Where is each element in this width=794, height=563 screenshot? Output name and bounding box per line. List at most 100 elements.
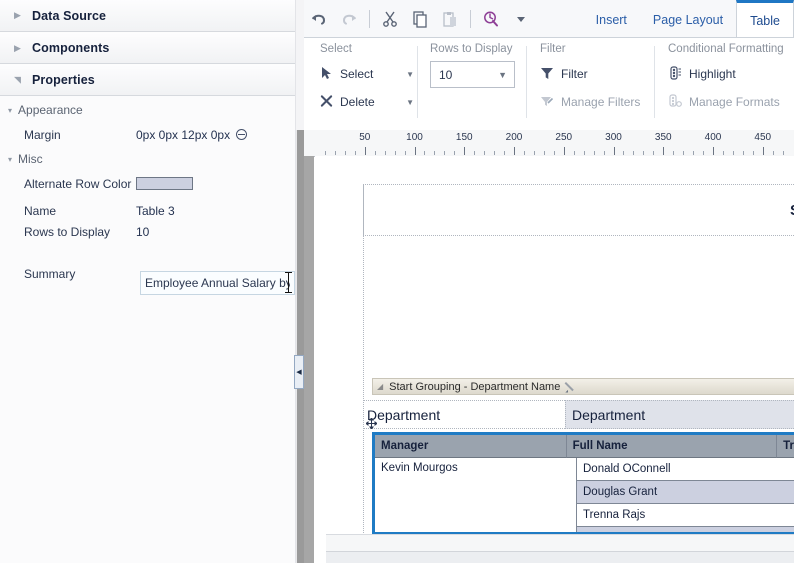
ruler-label: 200 bbox=[505, 132, 523, 143]
preview-icon[interactable] bbox=[476, 4, 506, 34]
table-row[interactable]: Douglas GrantSh bbox=[577, 481, 794, 504]
table-cell-full-name[interactable]: Curtis Davies bbox=[577, 527, 794, 532]
ruler-label: 400 bbox=[704, 132, 722, 143]
table-group-rows: Donald OConnellShDouglas GrantShTrenna R… bbox=[577, 458, 794, 532]
panel-splitter[interactable] bbox=[296, 130, 304, 563]
chevron-down-icon[interactable]: ▼ bbox=[406, 70, 414, 79]
paste-icon[interactable] bbox=[435, 4, 465, 34]
chevron-down-icon[interactable]: ▼ bbox=[498, 70, 507, 80]
field-label-right[interactable]: Department bbox=[565, 400, 794, 429]
table-cell-full-name[interactable]: Trenna Rajs bbox=[577, 504, 794, 527]
application-window: Data Source Components Properties ▾ Appe… bbox=[0, 0, 794, 563]
grouping-bar[interactable]: ◢ Start Grouping - Department Name bbox=[372, 378, 794, 395]
tab-label: Page Layout bbox=[652, 13, 724, 27]
undo-icon[interactable] bbox=[304, 4, 334, 34]
property-row-margin[interactable]: Margin 0px 0px 12px 0px bbox=[0, 121, 295, 148]
ruler-tick bbox=[573, 151, 575, 155]
ribbon-item-highlight[interactable]: Highlight bbox=[660, 60, 794, 88]
ruler-tick bbox=[653, 151, 655, 155]
ribbon-item-select[interactable]: Select ▼ bbox=[312, 60, 424, 88]
ruler-tick bbox=[782, 151, 784, 155]
left-properties-panel: Data Source Components Properties ▾ Appe… bbox=[0, 0, 295, 563]
toolbar: Insert Page Layout Table Select Select ▼… bbox=[304, 0, 794, 131]
accordion-section-data-source[interactable]: Data Source bbox=[0, 0, 295, 32]
table-cell-manager[interactable]: Kevin Mourgos bbox=[375, 458, 577, 532]
chevron-down-icon: ▾ bbox=[8, 154, 13, 164]
ruler-label: 250 bbox=[555, 132, 573, 143]
table-row[interactable]: Donald OConnellSh bbox=[577, 458, 794, 481]
ruler-tick bbox=[324, 151, 326, 155]
ruler-tick bbox=[563, 147, 565, 155]
property-group-misc[interactable]: ▾ Misc bbox=[0, 148, 295, 170]
pencil-icon[interactable] bbox=[565, 381, 577, 393]
chevron-down-icon: ◢ bbox=[377, 382, 384, 391]
toolbar-divider bbox=[470, 10, 471, 28]
horizontal-ruler: 50 100 150 200 250 300 350 400 450 bbox=[304, 130, 794, 157]
ruler-tick bbox=[762, 147, 764, 155]
table-cell-full-name[interactable]: Donald OConnell bbox=[577, 458, 794, 481]
table-row[interactable]: Trenna RajsSt bbox=[577, 504, 794, 527]
ribbon-group-title: Rows to Display bbox=[430, 43, 513, 55]
tab-page-layout[interactable]: Page Layout bbox=[640, 2, 736, 38]
color-swatch[interactable] bbox=[136, 177, 193, 190]
accordion-section-properties[interactable]: Properties bbox=[0, 64, 295, 96]
toolbar-divider bbox=[369, 10, 370, 28]
chevron-down-icon: ▾ bbox=[8, 105, 13, 115]
cut-icon[interactable] bbox=[375, 4, 405, 34]
ruler-tick bbox=[543, 151, 545, 155]
property-value-margin[interactable]: 0px 0px 12px 0px bbox=[136, 127, 248, 142]
property-row-name[interactable]: Name Table 3 bbox=[0, 197, 295, 224]
table-column-header[interactable]: Full Name bbox=[566, 435, 778, 458]
redo-icon[interactable] bbox=[334, 4, 364, 34]
ribbon-item-delete[interactable]: Delete ▼ bbox=[312, 88, 424, 116]
property-value-name[interactable]: Table 3 bbox=[136, 204, 175, 218]
ruler-tick bbox=[703, 151, 705, 155]
ribbon-group-conditional-formatting: Conditional Formatting Highlight Manage … bbox=[660, 38, 794, 127]
x-delete-icon bbox=[320, 94, 333, 111]
accordion-label-properties: Properties bbox=[32, 73, 95, 87]
ruler-tick bbox=[772, 151, 774, 155]
toolbar-top-row: Insert Page Layout Table bbox=[304, 0, 794, 38]
chevron-right-icon bbox=[14, 44, 26, 53]
margin-value-text: 0px 0px 12px 0px bbox=[136, 127, 231, 142]
rows-to-display-select[interactable]: 10 ▼ bbox=[430, 61, 515, 88]
property-row-alternate-row-color[interactable]: Alternate Row Color bbox=[0, 170, 295, 197]
property-row-rows-to-display[interactable]: Rows to Display 10 bbox=[0, 224, 295, 240]
property-group-appearance[interactable]: ▾ Appearance bbox=[0, 99, 295, 121]
funnel-edit-icon bbox=[540, 94, 554, 111]
ellipsis-button-icon[interactable] bbox=[236, 129, 248, 140]
property-label-summary: Summary bbox=[24, 266, 76, 281]
move-handle-icon[interactable] bbox=[365, 417, 378, 430]
ruler-tick bbox=[424, 151, 426, 155]
panel-collapse-handle[interactable] bbox=[294, 355, 304, 389]
preview-dropdown-icon[interactable] bbox=[506, 4, 536, 34]
field-label-left[interactable]: Department bbox=[363, 400, 565, 429]
data-table[interactable]: Manager Full Name Tr Kevin Mourgos Donald OC… bbox=[372, 432, 794, 535]
ribbon-group-rows-to-display: Rows to Display 10 ▼ bbox=[422, 38, 525, 127]
ruler-tick bbox=[394, 151, 396, 155]
copy-icon[interactable] bbox=[405, 4, 435, 34]
chevron-down-icon[interactable]: ▼ bbox=[406, 98, 414, 107]
ribbon-divider bbox=[654, 46, 655, 118]
canvas-horizontal-scrollbar[interactable] bbox=[326, 551, 794, 563]
ruler-tick bbox=[752, 151, 754, 155]
tab-insert[interactable]: Insert bbox=[583, 2, 640, 38]
accordion-section-components[interactable]: Components bbox=[0, 32, 295, 64]
table-cell-full-name[interactable]: Douglas Grant bbox=[577, 481, 794, 504]
ribbon-group-title: Conditional Formatting bbox=[668, 43, 784, 55]
ribbon-item-filter[interactable]: Filter bbox=[532, 60, 652, 88]
ribbon-item-label: Filter bbox=[561, 67, 588, 81]
table-column-header[interactable]: Manager bbox=[375, 435, 567, 458]
property-value-rows-to-display[interactable]: 10 bbox=[136, 225, 149, 239]
ribbon-item-manage-filters[interactable]: Manage Filters bbox=[532, 88, 652, 116]
ribbon-item-manage-formats[interactable]: Manage Formats bbox=[660, 88, 794, 116]
page-bottom-area bbox=[326, 534, 794, 552]
property-value-alternate-row-color[interactable] bbox=[136, 177, 193, 190]
page-guide-line bbox=[363, 184, 365, 563]
table-row[interactable]: Curtis DaviesSt bbox=[577, 527, 794, 532]
table-column-header[interactable]: Tr bbox=[777, 435, 794, 458]
tab-table[interactable]: Table bbox=[736, 0, 794, 38]
summary-input[interactable] bbox=[140, 271, 295, 295]
report-header-region[interactable] bbox=[363, 184, 794, 236]
ruler-label: 350 bbox=[654, 132, 672, 143]
